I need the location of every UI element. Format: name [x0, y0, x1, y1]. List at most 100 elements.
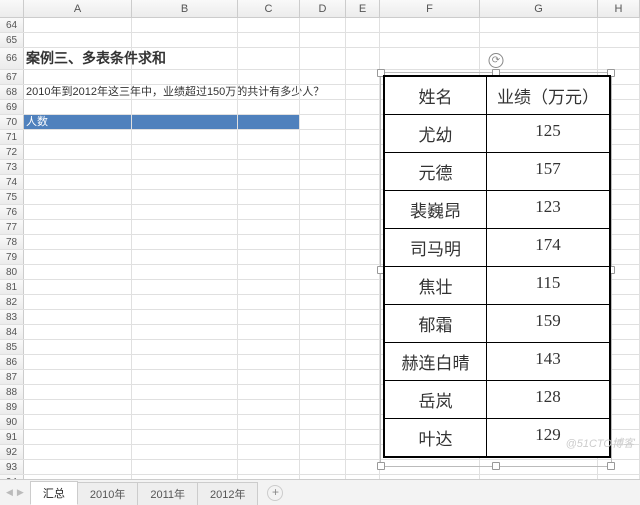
col-header-E[interactable]: E: [346, 0, 380, 17]
cell[interactable]: [132, 250, 238, 264]
cell[interactable]: [300, 250, 346, 264]
select-all-corner[interactable]: [0, 0, 24, 17]
sheet-tab[interactable]: 汇总: [30, 481, 78, 505]
cell[interactable]: [238, 355, 300, 369]
cell[interactable]: [380, 460, 480, 474]
cell[interactable]: [132, 160, 238, 174]
cell[interactable]: [238, 160, 300, 174]
row-header[interactable]: 65: [0, 33, 24, 47]
col-header-A[interactable]: A: [24, 0, 132, 17]
cell[interactable]: [24, 33, 132, 47]
cell[interactable]: [300, 85, 346, 99]
cell[interactable]: [346, 400, 380, 414]
cell[interactable]: [346, 18, 380, 32]
row-header[interactable]: 92: [0, 445, 24, 459]
cell[interactable]: [300, 430, 346, 444]
cell[interactable]: [24, 460, 132, 474]
col-header-B[interactable]: B: [132, 0, 238, 17]
cell[interactable]: [24, 295, 132, 309]
cell[interactable]: [480, 18, 598, 32]
cell[interactable]: [24, 175, 132, 189]
cell[interactable]: [300, 145, 346, 159]
row-header[interactable]: 88: [0, 385, 24, 399]
cell[interactable]: [238, 235, 300, 249]
cell[interactable]: [132, 415, 238, 429]
cell[interactable]: [346, 205, 380, 219]
row-header[interactable]: 87: [0, 370, 24, 384]
cell[interactable]: [238, 400, 300, 414]
cell[interactable]: [238, 33, 300, 47]
cell[interactable]: [24, 325, 132, 339]
row-header[interactable]: 78: [0, 235, 24, 249]
cell[interactable]: [132, 235, 238, 249]
cell[interactable]: [238, 340, 300, 354]
cell[interactable]: [238, 130, 300, 144]
cell[interactable]: [300, 280, 346, 294]
cell[interactable]: [480, 33, 598, 47]
cell[interactable]: [380, 48, 480, 69]
cell[interactable]: [132, 115, 238, 129]
tab-nav-next-icon[interactable]: ▶: [17, 487, 24, 498]
cell[interactable]: [346, 325, 380, 339]
cell[interactable]: [24, 235, 132, 249]
row-header[interactable]: 84: [0, 325, 24, 339]
row-header[interactable]: 79: [0, 250, 24, 264]
cell[interactable]: [300, 340, 346, 354]
cell[interactable]: [132, 48, 238, 69]
row-header[interactable]: 75: [0, 190, 24, 204]
cell[interactable]: [346, 100, 380, 114]
cell[interactable]: [346, 220, 380, 234]
cell[interactable]: 2010年到2012年这三年中，业绩超过150万的共计有多少人？: [24, 85, 132, 99]
row-header[interactable]: 68: [0, 85, 24, 99]
cell[interactable]: [238, 430, 300, 444]
col-header-G[interactable]: G: [480, 0, 598, 17]
row-header[interactable]: 86: [0, 355, 24, 369]
cell[interactable]: [238, 265, 300, 279]
cell[interactable]: [300, 355, 346, 369]
cell[interactable]: [300, 205, 346, 219]
cell[interactable]: [24, 265, 132, 279]
cell[interactable]: [132, 400, 238, 414]
row-header[interactable]: 90: [0, 415, 24, 429]
cell[interactable]: [480, 48, 598, 69]
cell[interactable]: [24, 205, 132, 219]
cell[interactable]: [24, 280, 132, 294]
cell[interactable]: [346, 130, 380, 144]
row-header[interactable]: 71: [0, 130, 24, 144]
row-header[interactable]: 64: [0, 18, 24, 32]
cell[interactable]: [238, 190, 300, 204]
cell[interactable]: [24, 130, 132, 144]
cell[interactable]: [24, 355, 132, 369]
cell[interactable]: [24, 445, 132, 459]
row-header[interactable]: 80: [0, 265, 24, 279]
cell[interactable]: [346, 48, 380, 69]
cell[interactable]: [346, 355, 380, 369]
row-header[interactable]: 76: [0, 205, 24, 219]
cell[interactable]: [132, 325, 238, 339]
cell[interactable]: [346, 460, 380, 474]
cell[interactable]: [132, 190, 238, 204]
cell[interactable]: [132, 205, 238, 219]
cell[interactable]: [346, 145, 380, 159]
cell[interactable]: [300, 445, 346, 459]
cell[interactable]: [300, 33, 346, 47]
sheet-tab[interactable]: 2010年: [77, 482, 138, 505]
col-header-D[interactable]: D: [300, 0, 346, 17]
cell[interactable]: [238, 85, 300, 99]
row-header[interactable]: 89: [0, 400, 24, 414]
cell[interactable]: [238, 175, 300, 189]
cell[interactable]: [238, 445, 300, 459]
cell[interactable]: [132, 370, 238, 384]
cell[interactable]: [346, 385, 380, 399]
cell[interactable]: [346, 280, 380, 294]
cell[interactable]: [346, 175, 380, 189]
cell[interactable]: [132, 385, 238, 399]
cell[interactable]: [24, 70, 132, 84]
row-header[interactable]: 69: [0, 100, 24, 114]
cell[interactable]: [598, 18, 640, 32]
cell[interactable]: [24, 430, 132, 444]
cell[interactable]: [238, 250, 300, 264]
cell[interactable]: [300, 190, 346, 204]
cell[interactable]: [300, 175, 346, 189]
cell[interactable]: [300, 460, 346, 474]
